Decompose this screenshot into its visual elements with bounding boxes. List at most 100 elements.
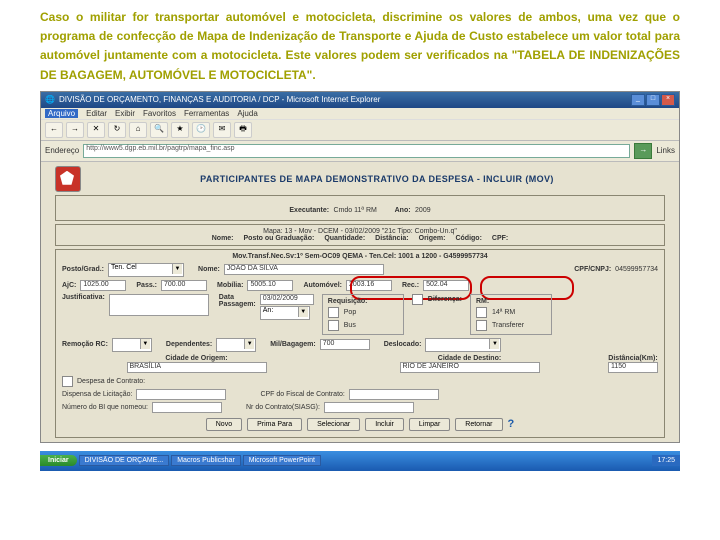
pass-field[interactable]: 700.00 [161,280,207,291]
page-title: PARTICIPANTES DE MAPA DEMONSTRATIVO DA D… [89,174,665,184]
cpf-label: CPF/CNPJ: [574,266,611,273]
menu-arquivo[interactable]: Arquivo [45,109,78,118]
links-label: Links [656,146,675,155]
datapass-field[interactable]: 03/02/2009 [260,294,314,305]
auto-label: Automóvel: [303,282,342,289]
bi-label: Número do BI que nomeou: [62,404,148,411]
cd-field[interactable]: RIO DE JANEIRO [400,362,540,373]
cpf-value: 04599957734 [615,266,658,273]
nc-field[interactable] [324,402,414,413]
ano-value: 2009 [415,207,431,214]
dif-label: Diferença: [428,296,462,303]
mil-field[interactable]: 700 [320,339,370,350]
menu-exibir[interactable]: Exibir [115,109,135,118]
auto-field[interactable]: 2003.16 [346,280,392,291]
rec-label: Rec.: [402,282,419,289]
retornar-button[interactable]: Retornar [455,418,502,431]
search-button[interactable]: 🔍 [150,122,168,138]
dist-label: Distância(Km): [608,355,657,362]
fiscal-label: CPF do Fiscal de Contrato: [260,391,344,398]
go-button[interactable]: → [634,143,652,159]
datapass-label: Data Passagem: [219,294,256,308]
executante-box: Executante: Cmdo 11ª RM Ano: 2009 [55,195,665,221]
rem-select[interactable] [112,338,152,352]
toolbar: ← → ✕ ↻ ⌂ 🔍 ★ 🕑 ✉ 🖶 [41,119,679,141]
h-qtd: Quantidade: [324,235,365,242]
mob-label: Mobília: [217,282,243,289]
bus-check[interactable] [328,320,339,331]
h-cod: Código: [455,235,481,242]
help-icon[interactable]: ? [508,418,515,431]
dc-label: Despesa de Contrato: [77,378,145,385]
start-button[interactable]: Iniciar [40,455,77,466]
favorites-button[interactable]: ★ [171,122,189,138]
bi-field[interactable] [152,402,222,413]
maximize-button[interactable]: □ [646,94,660,106]
just-field[interactable] [109,294,209,316]
clock: 17:25 [652,455,680,466]
dl-field[interactable] [136,389,226,400]
menu-ferramentas[interactable]: Ferramentas [184,109,229,118]
mapa-box: Mapa: 13 - Mov - DCEM - 03/02/2009 "21c … [55,224,665,246]
close-button[interactable]: × [661,94,675,106]
selecionar-button[interactable]: Selecionar [307,418,360,431]
ajc-label: AjC: [62,282,76,289]
page-content: PARTICIPANTES DE MAPA DEMONSTRATIVO DA D… [41,162,679,442]
title-bar: 🌐 DIVISÃO DE ORÇAMENTO, FINANÇAS E AUDIT… [41,92,679,108]
mail-button[interactable]: ✉ [213,122,231,138]
minimize-button[interactable]: _ [631,94,645,106]
dl-label: Dispensa de Licitação: [62,391,132,398]
forward-button[interactable]: → [66,122,84,138]
menu-favoritos[interactable]: Favoritos [143,109,176,118]
refresh-button[interactable]: ↻ [108,122,126,138]
menu-editar[interactable]: Editar [86,109,107,118]
novo-button[interactable]: Novo [206,418,242,431]
exec-value: Cmdo 11ª RM [334,207,377,214]
incluir-button[interactable]: Incluir [365,418,404,431]
bus-label: Bus [344,322,356,329]
desl-select[interactable] [425,338,501,352]
rm2-check[interactable] [476,320,487,331]
exec-label: Executante: [289,207,329,214]
rm1-check[interactable] [476,307,487,318]
rm2-label: Transferer [492,322,524,329]
back-button[interactable]: ← [45,122,63,138]
pass-label: Pass.: [136,282,157,289]
co-label: Cidade de Origem: [165,355,227,362]
instruction-text: Caso o militar for transportar automóvel… [0,0,720,91]
dist-field[interactable]: 1150 [608,362,658,373]
address-input[interactable]: http://www5.dgp.eb.mil.br/pagtrp/mapa_fi… [83,144,630,158]
desl-label: Deslocado: [384,341,422,348]
co-field[interactable]: BRASÍLIA [127,362,267,373]
ie-icon: 🌐 [45,95,55,104]
ajc-field[interactable]: 1025.00 [80,280,126,291]
rm-label: RM: [476,298,546,305]
taskbar: Iniciar DIVISÃO DE ORÇAME... Macros Publ… [40,451,680,471]
mapa-title: Mapa: 13 - Mov - DCEM - 03/02/2009 "21c … [62,228,658,235]
home-button[interactable]: ⌂ [129,122,147,138]
h-cpf: CPF: [492,235,508,242]
dif-check[interactable] [412,294,423,305]
nome-field[interactable]: JOAO DA SILVA [224,264,384,275]
rec-field[interactable]: 502.04 [423,280,469,291]
task-3[interactable]: Microsoft PowerPoint [243,455,321,466]
task-2[interactable]: Macros Publicshar [171,455,241,466]
posto-select[interactable]: Ten. Cel [108,263,184,277]
fiscal-field[interactable] [349,389,439,400]
history-button[interactable]: 🕑 [192,122,210,138]
prima-button[interactable]: Prima Para [247,418,302,431]
ano-label: Ano: [395,207,411,214]
nome-label: Nome: [198,266,220,273]
stop-button[interactable]: ✕ [87,122,105,138]
dc-check[interactable] [62,376,73,387]
print-button[interactable]: 🖶 [234,122,252,138]
task-1[interactable]: DIVISÃO DE ORÇAME... [79,455,170,466]
pop-check[interactable] [328,307,339,318]
cd-label: Cidade de Destino: [438,355,501,362]
mob-field[interactable]: 5005.10 [247,280,293,291]
dep-select[interactable] [216,338,256,352]
limpar-button[interactable]: Limpar [409,418,450,431]
req-group: Requisição: Pop Bus [322,294,404,335]
an-select[interactable]: An: [260,306,310,320]
menu-ajuda[interactable]: Ajuda [237,109,257,118]
